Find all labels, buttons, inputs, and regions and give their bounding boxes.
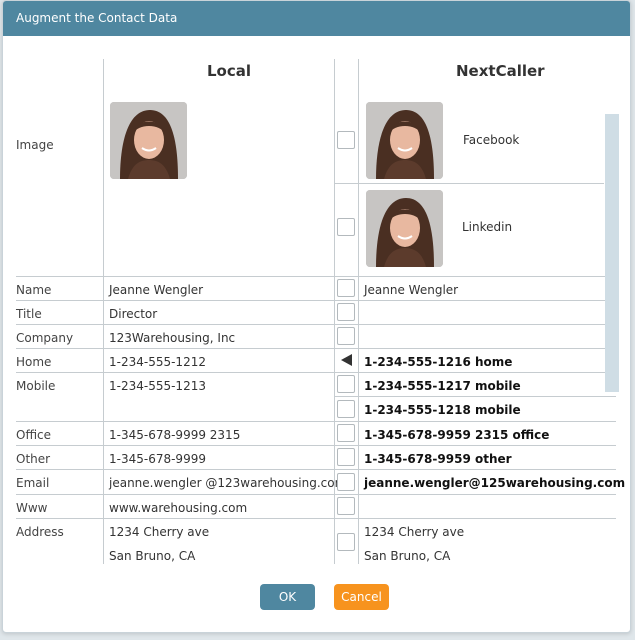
other-checkbox[interactable]	[337, 448, 355, 466]
remote-name-value: Jeanne Wengler	[364, 283, 459, 297]
local-name-value: Jeanne Wengler	[109, 283, 204, 297]
address-label: Address	[16, 525, 64, 539]
email-checkbox[interactable]	[337, 473, 355, 491]
comparison-grid: Local NextCaller Image Facebook Linkedin…	[3, 1, 630, 632]
local-address-line1: 1234 Cherry ave	[109, 525, 210, 539]
augment-contact-dialog: Augment the Contact Data Local NextCalle…	[2, 0, 631, 633]
local-contact-photo	[110, 102, 187, 179]
office-checkbox[interactable]	[337, 424, 355, 442]
remote-other-value: 1-345-678-9959 other	[364, 452, 512, 466]
company-label: Company	[16, 331, 74, 345]
company-checkbox[interactable]	[337, 327, 355, 345]
remote-mobile-value-1: 1-234-555-1217 mobile	[364, 379, 521, 393]
image-label: Image	[16, 138, 54, 152]
local-title-value: Director	[109, 307, 158, 321]
image-linkedin-checkbox[interactable]	[337, 218, 355, 236]
linkedin-contact-photo	[366, 190, 443, 267]
local-mobile-value: 1-234-555-1213	[109, 379, 206, 393]
local-company-value: 123Warehousing, Inc	[109, 331, 236, 345]
www-label: Www	[16, 501, 48, 515]
local-office-value: 1-345-678-9999 2315	[109, 428, 241, 442]
name-label: Name	[16, 283, 52, 297]
nextcaller-column-header: NextCaller	[456, 62, 545, 80]
title-label: Title	[16, 307, 42, 321]
other-label: Other	[16, 452, 51, 466]
image-facebook-checkbox[interactable]	[337, 131, 355, 149]
remote-address-line2: San Bruno, CA	[364, 549, 451, 563]
local-email-value: jeanne.wengler @123warehousing.com	[109, 476, 347, 490]
facebook-source-label: Facebook	[463, 133, 520, 147]
remote-email-value: jeanne.wengler@125warehousing.com	[364, 476, 626, 490]
home-label: Home	[16, 355, 52, 369]
office-label: Office	[16, 428, 52, 442]
remote-office-value: 1-345-678-9959 2315 office	[364, 428, 550, 442]
remote-home-value: 1-234-555-1216 home	[364, 355, 513, 369]
linkedin-source-label: Linkedin	[462, 220, 513, 234]
name-checkbox[interactable]	[337, 279, 355, 297]
local-home-value: 1-234-555-1212	[109, 355, 206, 369]
address-checkbox[interactable]	[337, 533, 355, 551]
mobile-1-checkbox[interactable]	[337, 375, 355, 393]
local-column-header: Local	[207, 62, 252, 80]
mobile-label: Mobile	[16, 379, 56, 393]
www-checkbox[interactable]	[337, 497, 355, 515]
ok-button[interactable]: OK	[260, 584, 315, 610]
local-other-value: 1-345-678-9999	[109, 452, 206, 466]
cancel-button[interactable]: Cancel	[334, 584, 389, 610]
local-www-value: www.warehousing.com	[109, 501, 248, 515]
image-scrollbar[interactable]	[605, 114, 619, 392]
title-checkbox[interactable]	[337, 303, 355, 321]
remote-mobile-value-2: 1-234-555-1218 mobile	[364, 403, 521, 417]
left-arrow-icon[interactable]	[337, 351, 355, 369]
remote-address-line1: 1234 Cherry ave	[364, 525, 465, 539]
facebook-contact-photo	[366, 102, 443, 179]
mobile-2-checkbox[interactable]	[337, 400, 355, 418]
local-address-line2: San Bruno, CA	[109, 549, 196, 563]
email-label: Email	[16, 476, 50, 490]
